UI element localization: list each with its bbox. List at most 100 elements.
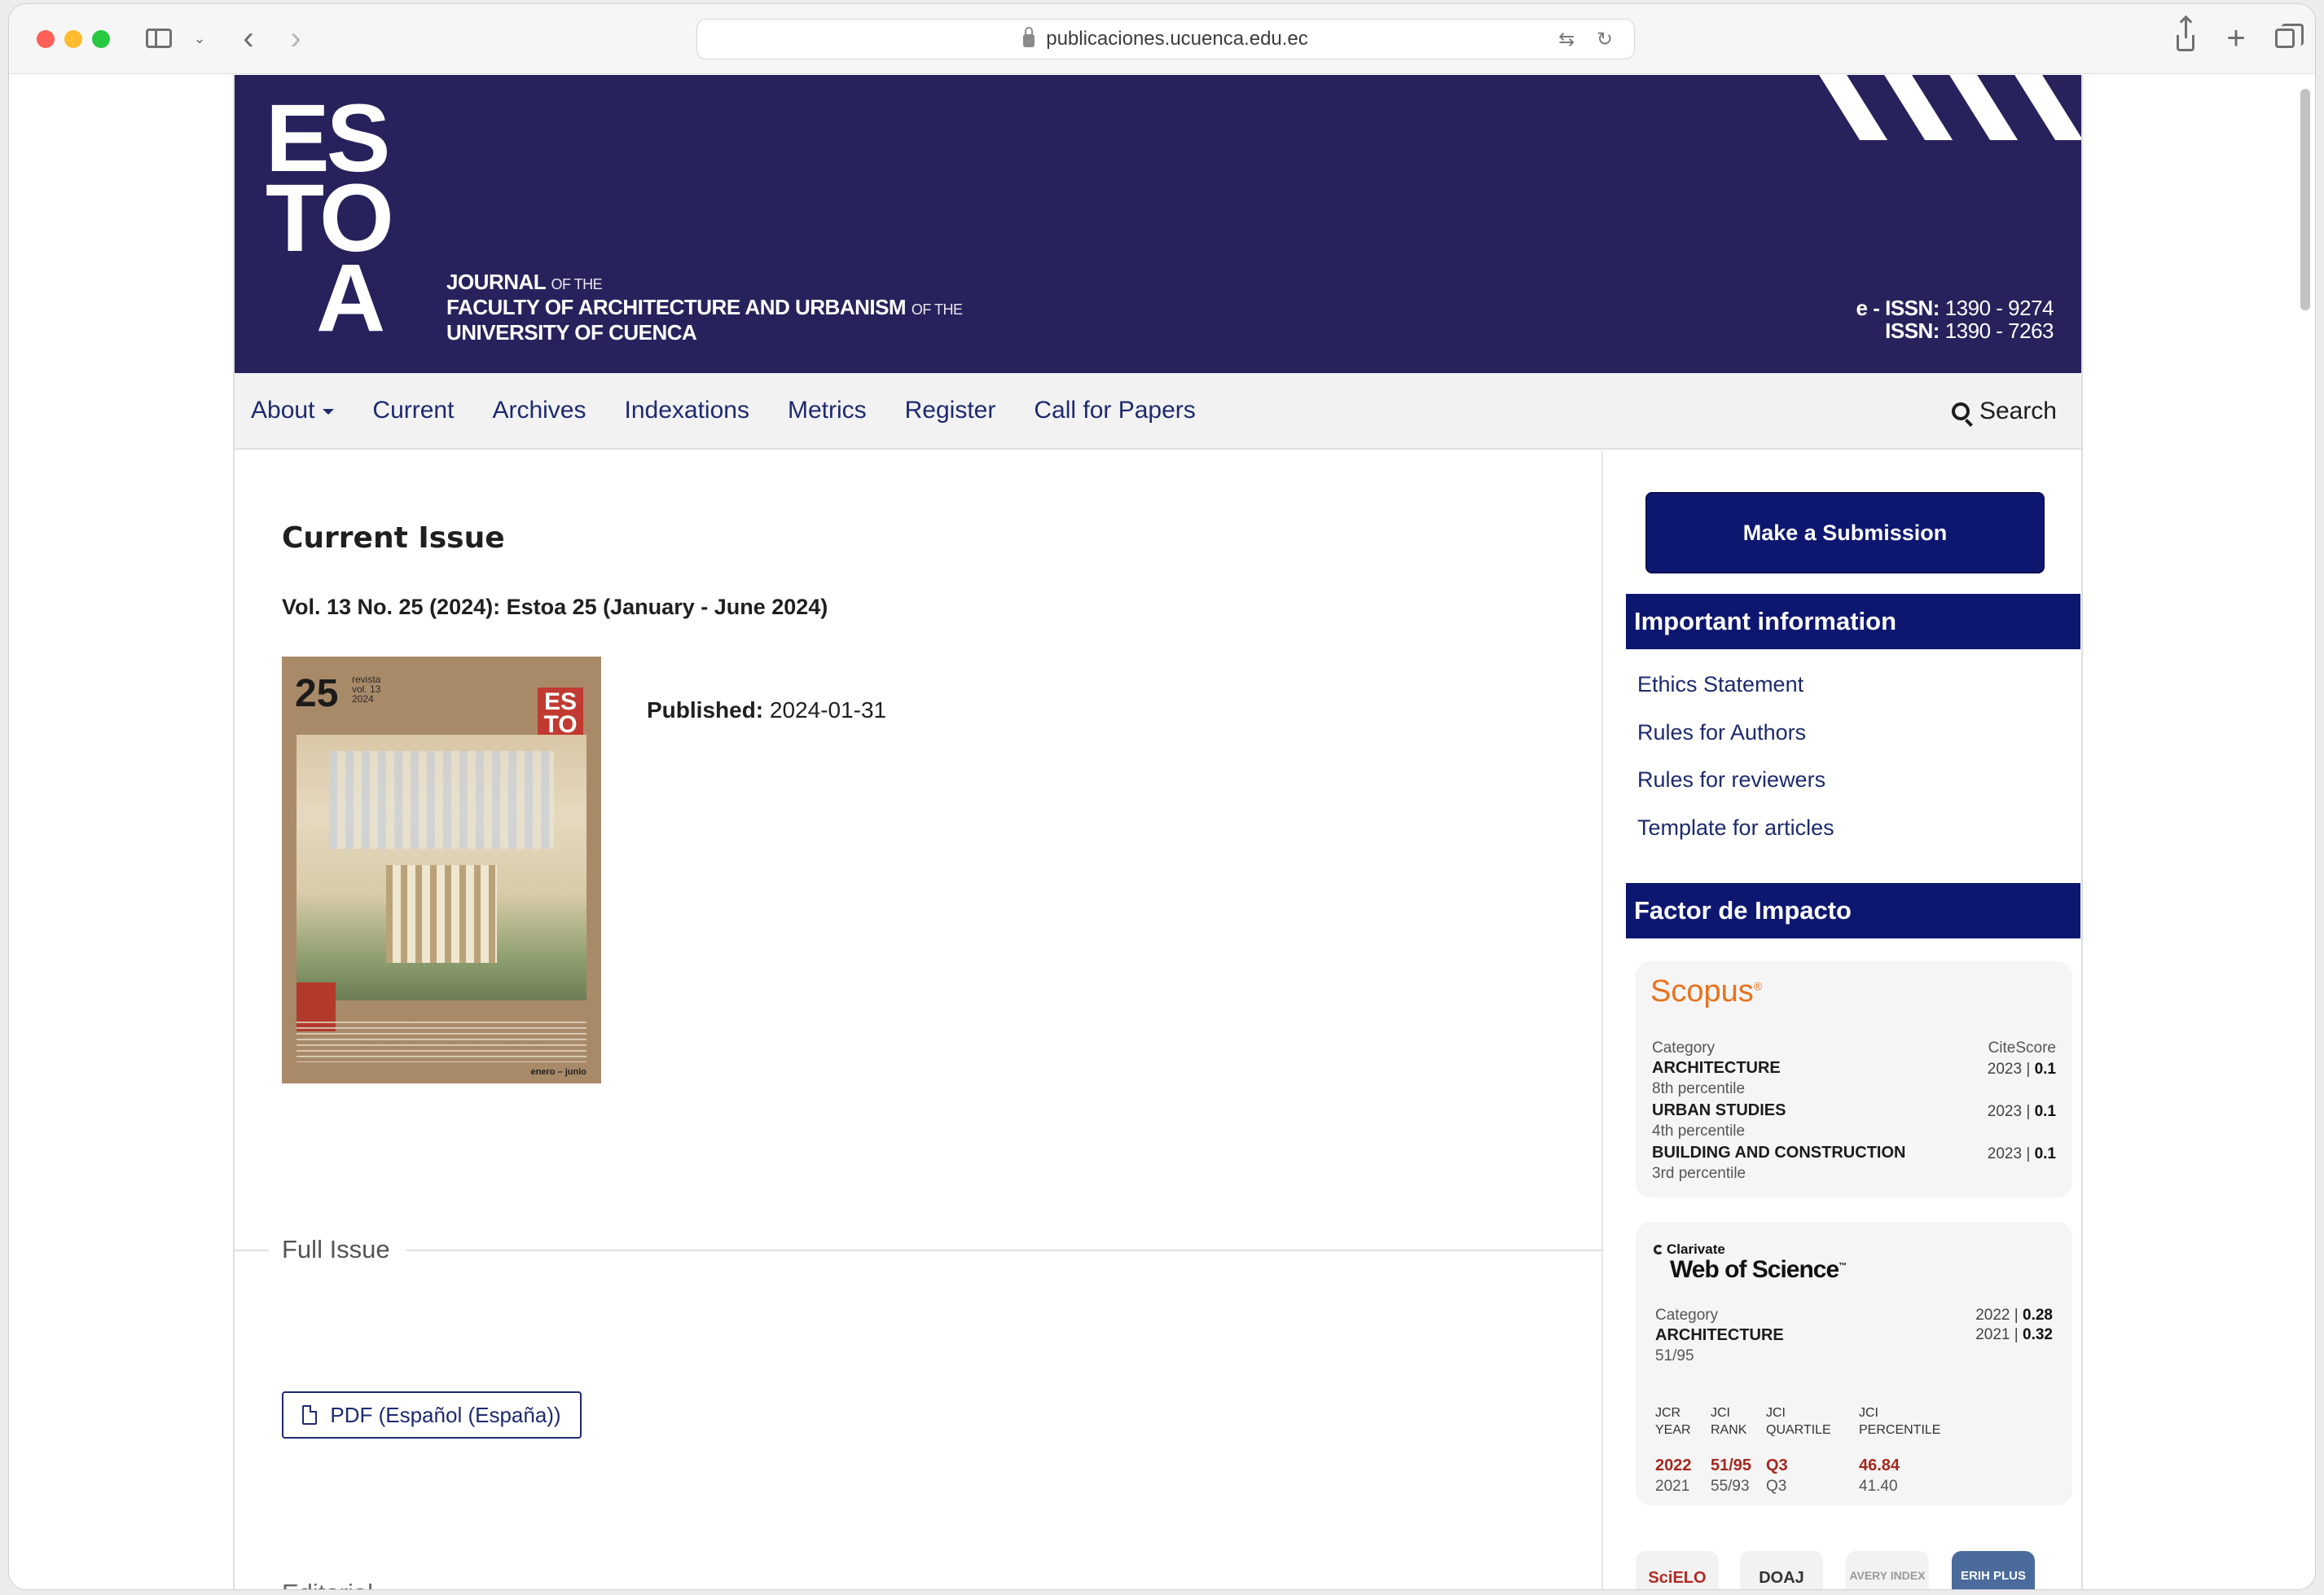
scopus-percentile: 3rd percentile	[1652, 1165, 1746, 1182]
cover-logo-line: TO	[543, 711, 578, 738]
journal-name: JOURNAL OF THE FACULTY OF ARCHITECTURE A…	[446, 270, 963, 344]
impact-value: 0.32	[2023, 1326, 2053, 1343]
avery-index-logo[interactable]: AVERY INDEX	[1846, 1551, 1929, 1589]
clarivate-text: Clarivate	[1667, 1241, 1725, 1257]
issue-identification: Vol. 13 No. 25 (2024): Estoa 25 (January…	[282, 595, 828, 619]
doaj-logo[interactable]: DOAJ	[1740, 1551, 1823, 1589]
nav-indexations[interactable]: Indexations	[625, 397, 749, 424]
template-for-articles-link[interactable]: Template for articles	[1637, 815, 1834, 841]
estoa-logo[interactable]: ES TO A	[266, 90, 394, 346]
browser-titlebar: ⌄ ‹ › publicaciones.ucuenca.edu.ec ⇆ ↻ +	[9, 4, 2315, 74]
published-label: Published:	[647, 697, 764, 723]
wos-logo-text: Web of Science	[1670, 1256, 1839, 1283]
jci-rank: 55/93	[1711, 1478, 1750, 1495]
nav-archives[interactable]: Archives	[492, 397, 586, 424]
pdf-button-label: PDF (Español (España))	[330, 1402, 561, 1427]
journal-page: ES TO A JOURNAL OF THE FACULTY OF ARCHIT…	[233, 75, 2083, 1589]
back-button[interactable]: ‹	[234, 20, 263, 56]
scielo-logo[interactable]: SciELO	[1636, 1551, 1719, 1589]
journal-line: JOURNAL	[446, 270, 546, 294]
journal-line-small: OF THE	[911, 301, 963, 318]
indexation-logos: SciELO DOAJ AVERY INDEX ERIH PLUS	[1636, 1551, 2076, 1589]
jcr-header: JCI RANK	[1711, 1404, 1746, 1439]
sidebar-toggle-icon[interactable]	[141, 22, 177, 55]
minimize-window-button[interactable]	[64, 30, 82, 48]
address-bar[interactable]: publicaciones.ucuenca.edu.ec ⇆ ↻	[696, 19, 1635, 59]
search-label: Search	[1979, 398, 2057, 424]
important-info-title: Important information	[1626, 594, 2080, 649]
scopus-percentile: 4th percentile	[1652, 1123, 1746, 1140]
cover-logo-line: ES	[543, 688, 578, 715]
rules-for-authors-link[interactable]: Rules for Authors	[1637, 720, 1806, 745]
score-value: 0.1	[2034, 1145, 2056, 1162]
search-link[interactable]: Search	[1951, 398, 2057, 425]
search-icon	[1951, 402, 1970, 420]
forward-button[interactable]: ›	[281, 20, 310, 56]
chevron-down-icon[interactable]: ⌄	[190, 22, 209, 55]
editorial-heading: Editorial	[282, 1579, 373, 1589]
zoom-window-button[interactable]	[92, 30, 110, 48]
tab-overview-icon[interactable]	[2269, 22, 2304, 55]
web-of-science-card[interactable]: Clarivate Web of Science™ Category ARCHI…	[1636, 1222, 2072, 1505]
web-of-science-logo: Web of Science™	[1670, 1256, 1847, 1283]
category-label: Category	[1655, 1307, 1719, 1324]
published-value: 2024-01-31	[769, 697, 887, 723]
new-tab-icon[interactable]: +	[2220, 20, 2252, 56]
scopus-category-name: BUILDING AND CONSTRUCTION	[1652, 1144, 1906, 1162]
ethics-statement-link[interactable]: Ethics Statement	[1637, 672, 1803, 697]
jcr-header-line: RANK	[1711, 1423, 1747, 1437]
erih-plus-logo[interactable]: ERIH PLUS	[1952, 1551, 2035, 1589]
jcr-year: 2021	[1655, 1478, 1690, 1495]
lock-icon	[1023, 27, 1035, 47]
jcr-header-line: QUARTILE	[1766, 1423, 1831, 1437]
clarivate-logo: Clarivate	[1654, 1241, 1725, 1258]
nav-metrics[interactable]: Metrics	[788, 397, 867, 424]
published-date: Published: 2024-01-31	[647, 697, 886, 723]
cover-footer: enero – junio	[530, 1067, 586, 1077]
nav-current[interactable]: Current	[372, 397, 454, 424]
issn-value: 1390 - 7263	[1944, 319, 2054, 343]
impact-factor-title: Factor de Impacto	[1626, 883, 2080, 938]
url-text: publicaciones.ucuenca.edu.ec	[1046, 28, 1308, 50]
journal-line: UNIVERSITY OF CUENCA	[446, 320, 697, 345]
wos-impact: 2022 | 0.28	[1975, 1307, 2053, 1324]
nav-about[interactable]: About	[251, 397, 335, 424]
journal-line: FACULTY OF ARCHITECTURE AND URBANISM	[446, 295, 907, 319]
cover-small-line: 2024	[352, 693, 374, 705]
translate-reload-icons[interactable]: ⇆ ↻	[1558, 28, 1621, 51]
sidebar: Make a Submission Important information …	[1611, 451, 2081, 1589]
jcr-header-line: YEAR	[1655, 1423, 1691, 1437]
jcr-header-line: PERCENTILE	[1859, 1423, 1941, 1437]
scopus-score: 2023 | 0.1	[1987, 1061, 2056, 1078]
score-value: 0.1	[2034, 1061, 2056, 1078]
wos-category-name: ARCHITECTURE	[1655, 1326, 1784, 1344]
jcr-header-line: JCI	[1859, 1406, 1878, 1420]
jci-quartile: Q3	[1766, 1478, 1787, 1495]
impact-value: 0.28	[2023, 1307, 2053, 1324]
wos-impact: 2021 | 0.32	[1975, 1326, 2053, 1343]
close-window-button[interactable]	[37, 30, 55, 48]
issue-cover-image[interactable]: 25 revista vol. 13 2024 ES TO A enero – …	[282, 657, 601, 1083]
file-pdf-icon	[302, 1405, 318, 1425]
scopus-card[interactable]: Scopus® Category CiteScore ARCHITECTURE …	[1636, 961, 2072, 1197]
cover-illustration	[297, 735, 586, 1000]
eissn-value: 1390 - 9274	[1944, 296, 2054, 320]
scopus-logo-text: Scopus	[1650, 974, 1754, 1008]
stripe	[1813, 75, 1888, 140]
pdf-download-button[interactable]: PDF (Español (España))	[282, 1391, 582, 1439]
nav-register[interactable]: Register	[905, 397, 996, 424]
jci-percentile: 46.84	[1859, 1457, 1900, 1474]
jci-rank: 51/95	[1711, 1457, 1752, 1474]
full-issue-heading: Full Issue	[269, 1235, 406, 1264]
page-scrollbar[interactable]	[2300, 89, 2310, 310]
share-icon[interactable]	[2169, 19, 2202, 55]
make-submission-button[interactable]: Make a Submission	[1645, 492, 2045, 573]
stripe	[2009, 75, 2081, 140]
cover-small-text: revista vol. 13 2024	[352, 674, 380, 704]
jci-percentile: 41.40	[1859, 1478, 1898, 1495]
stripe	[1944, 75, 2019, 140]
rules-for-reviewers-link[interactable]: Rules for reviewers	[1637, 767, 1825, 793]
nav-call-for-papers[interactable]: Call for Papers	[1034, 397, 1195, 424]
main-nav: About Current Archives Indexations Metri…	[235, 373, 2081, 450]
eissn-label: e - ISSN:	[1856, 296, 1940, 320]
